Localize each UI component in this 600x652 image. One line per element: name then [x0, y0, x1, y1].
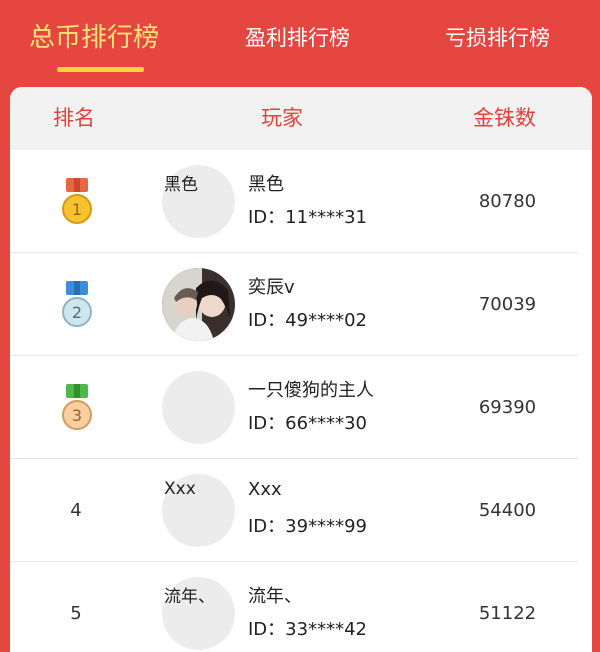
player-name: 一只傻狗的主人 — [248, 380, 374, 401]
tab-profit-ranking[interactable]: 盈利排行榜 — [245, 18, 350, 58]
tab-bar: 总币排行榜 盈利排行榜 亏损排行榜 — [0, 0, 600, 78]
coin-count: 70039 — [478, 294, 537, 315]
tab-loss-ranking[interactable]: 亏损排行榜 — [445, 18, 550, 58]
coin-count: 69390 — [478, 397, 537, 418]
player-name: 奕辰v — [248, 277, 295, 298]
avatar-placeholder-text: Xxx — [164, 479, 196, 499]
column-header-coins: 金铢数 — [473, 106, 536, 130]
player-id: ID：39****99 — [248, 516, 367, 537]
avatar-placeholder-text: 黑色 — [164, 175, 198, 195]
ranking-panel: 排名 玩家 金铢数 1 黑色 黑色 ID：11****31 80780 2 奕辰… — [10, 87, 592, 652]
player-id: ID：66****30 — [248, 413, 367, 434]
table-row[interactable]: 1 黑色 黑色 ID：11****31 80780 — [10, 150, 592, 253]
player-id: ID：11****31 — [248, 207, 367, 228]
gold-medal-icon: 1 — [62, 178, 92, 224]
svg-text:3: 3 — [72, 406, 82, 425]
avatar — [162, 268, 235, 341]
column-header-rank: 排名 — [53, 106, 95, 130]
player-name: Xxx — [248, 479, 282, 500]
table-row[interactable]: 3 一只傻狗的主人 ID：66****30 69390 — [10, 356, 592, 459]
column-header-player: 玩家 — [261, 106, 303, 130]
avatar — [162, 371, 235, 444]
active-tab-indicator — [57, 67, 144, 72]
table-row[interactable]: 4 Xxx Xxx ID：39****99 54400 — [10, 459, 592, 562]
table-row[interactable]: 2 奕辰v ID：49****02 70039 — [10, 253, 592, 356]
player-id: ID：33****42 — [248, 619, 367, 640]
player-id: ID：49****02 — [248, 310, 367, 331]
bronze-medal-icon: 3 — [62, 384, 92, 430]
svg-text:1: 1 — [72, 200, 82, 219]
silver-medal-icon: 2 — [62, 281, 92, 327]
coin-count: 80780 — [478, 191, 537, 212]
svg-text:2: 2 — [72, 303, 82, 322]
player-name: 流年、 — [248, 586, 302, 607]
table-row[interactable]: 5 流年、 流年、 ID：33****42 51122 — [10, 562, 592, 652]
coin-count: 54400 — [478, 500, 537, 521]
rank-number: 4 — [70, 500, 82, 521]
tab-total-coins-ranking[interactable]: 总币排行榜 — [29, 18, 159, 58]
rank-number: 5 — [70, 603, 82, 624]
coin-count: 51122 — [478, 603, 537, 624]
player-name: 黑色 — [248, 174, 284, 195]
avatar-placeholder-text: 流年、 — [164, 587, 215, 607]
table-header: 排名 玩家 金铢数 — [10, 87, 592, 150]
user-photo-icon — [162, 268, 235, 341]
